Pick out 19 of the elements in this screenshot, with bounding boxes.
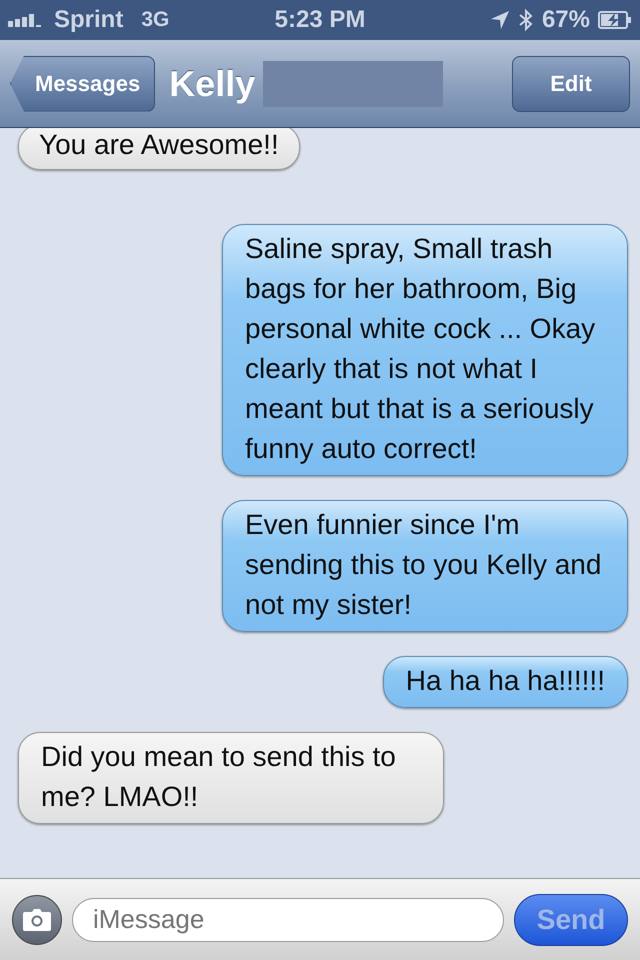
bluetooth-icon bbox=[518, 8, 534, 32]
battery-percent: 67% bbox=[542, 6, 590, 34]
back-button[interactable]: Messages bbox=[10, 56, 156, 112]
carrier-name: Sprint bbox=[54, 6, 124, 34]
camera-button[interactable] bbox=[12, 894, 62, 944]
camera-icon bbox=[23, 908, 51, 930]
conversation-title: Kelly bbox=[169, 62, 256, 104]
location-icon bbox=[490, 10, 510, 30]
signal-icon bbox=[8, 12, 44, 28]
network-type: 3G bbox=[141, 8, 170, 32]
status-time: 5:23 PM bbox=[274, 6, 366, 34]
message-bubble: Saline spray, Small trash bags for her bathroom, Big personal white cock ... Okay clearly that is not what I meant but that is a seriously funny auto correct! bbox=[222, 224, 628, 476]
message-bubble: Did you mean to send this to me? LMAO!! bbox=[18, 732, 444, 824]
message-bubble: Even funnier since I'm sending this to you Kelly and not my sister! bbox=[222, 500, 628, 632]
message-bubble: You are Awesome!! bbox=[18, 128, 300, 170]
message-field[interactable]: iMessage bbox=[72, 898, 504, 942]
message-bubble: Ha ha ha ha!!!!!! bbox=[382, 656, 628, 708]
edit-button[interactable]: Edit bbox=[512, 56, 630, 112]
battery-charging-icon bbox=[598, 11, 632, 29]
